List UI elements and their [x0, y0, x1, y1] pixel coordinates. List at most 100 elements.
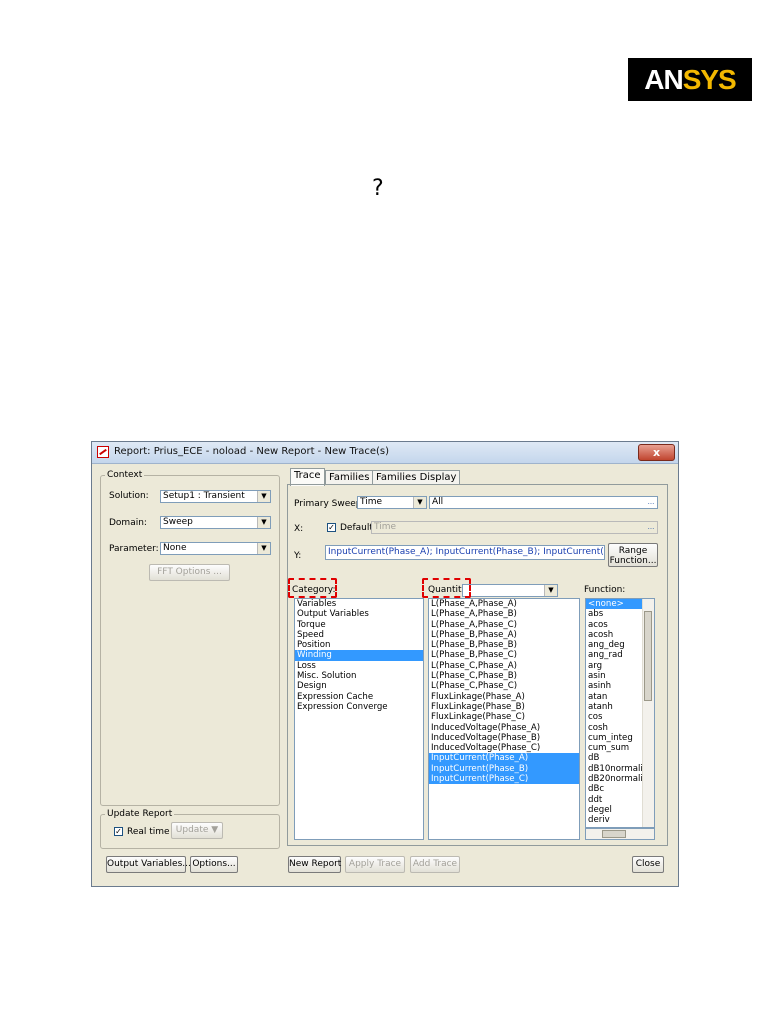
update-report-legend: Update Report — [107, 809, 173, 819]
function-item[interactable]: cum_sum — [586, 743, 642, 753]
quantity-item[interactable]: FluxLinkage(Phase_B) — [429, 702, 579, 712]
function-item[interactable]: cos — [586, 712, 642, 722]
category-item[interactable]: Position — [295, 640, 423, 650]
domain-select[interactable]: Sweep ▼ — [160, 516, 271, 529]
function-item[interactable]: acos — [586, 620, 642, 630]
parameter-label: Parameter: — [109, 544, 159, 554]
report-app-icon — [97, 446, 109, 458]
category-item[interactable]: Speed — [295, 630, 423, 640]
quantity-item[interactable]: L(Phase_C,Phase_A) — [429, 661, 579, 671]
parameter-select[interactable]: None ▼ — [160, 542, 271, 555]
function-item[interactable]: dB — [586, 753, 642, 763]
category-item[interactable]: Output Variables — [295, 609, 423, 619]
quantity-item[interactable]: FluxLinkage(Phase_C) — [429, 712, 579, 722]
fft-options-button[interactable]: FFT Options ... — [149, 564, 230, 581]
category-item[interactable]: Design — [295, 681, 423, 691]
quantity-item[interactable]: L(Phase_A,Phase_A) — [429, 599, 579, 609]
range-function-line2: Function... — [609, 556, 657, 566]
quantity-item[interactable]: InputCurrent(Phase_A) — [429, 753, 579, 764]
chevron-down-icon: ▼ — [257, 543, 270, 554]
quantity-item[interactable]: InputCurrent(Phase_C) — [429, 774, 579, 785]
domain-label: Domain: — [109, 518, 147, 528]
ellipsis-icon[interactable]: ... — [646, 523, 656, 532]
scroll-thumb[interactable] — [644, 611, 652, 701]
y-label: Y: — [294, 551, 302, 561]
options-button[interactable]: Options... — [190, 856, 238, 873]
function-item[interactable]: deriv — [586, 815, 642, 825]
quantity-item[interactable]: InputCurrent(Phase_B) — [429, 763, 579, 775]
update-button[interactable]: Update ▼ — [171, 822, 223, 839]
function-item[interactable]: dBc — [586, 784, 642, 794]
quantity-listbox[interactable]: L(Phase_A,Phase_A) L(Phase_A,Phase_B) L(Ph… — [428, 598, 580, 840]
function-item[interactable]: cosh — [586, 723, 642, 733]
quantity-item[interactable]: L(Phase_A,Phase_C) — [429, 620, 579, 630]
function-item[interactable]: ang_deg — [586, 640, 642, 650]
quantity-item[interactable]: FluxLinkage(Phase_A) — [429, 692, 579, 702]
quantity-item[interactable]: InducedVoltage(Phase_C) — [429, 743, 579, 753]
category-item[interactable]: Expression Converge — [295, 702, 423, 712]
solution-select[interactable]: Setup1 : Transient ▼ — [160, 490, 271, 503]
function-item[interactable]: ddt — [586, 795, 642, 805]
new-report-button[interactable]: New Report — [288, 856, 341, 873]
function-item[interactable]: asinh — [586, 681, 642, 691]
tab-families[interactable]: Families — [325, 470, 374, 485]
function-hscrollbar[interactable] — [585, 828, 655, 840]
function-item[interactable]: cum_integ — [586, 733, 642, 743]
function-scrollbar[interactable] — [642, 599, 654, 827]
hscroll-thumb[interactable] — [602, 830, 626, 838]
add-trace-button[interactable]: Add Trace — [410, 856, 460, 873]
quantity-item[interactable]: L(Phase_A,Phase_B) — [429, 609, 579, 619]
category-item[interactable]: Loss — [295, 661, 423, 671]
function-item[interactable]: abs — [586, 609, 642, 619]
sweep-range-field[interactable]: All ... — [429, 496, 658, 509]
function-item[interactable]: atan — [586, 692, 642, 702]
function-listbox[interactable]: <none> abs acos acosh ang_deg ang_rad arg asin a… — [585, 598, 655, 828]
quantity-item[interactable]: L(Phase_B,Phase_C) — [429, 650, 579, 660]
title-bar[interactable]: Report: Prius_ECE - noload - New Report … — [92, 442, 678, 464]
report-dialog: Report: Prius_ECE - noload - New Report … — [91, 441, 679, 887]
category-listbox[interactable]: Variables Output Variables Torque Speed Posi… — [294, 598, 424, 840]
function-item[interactable]: atanh — [586, 702, 642, 712]
quantity-item[interactable]: InducedVoltage(Phase_B) — [429, 733, 579, 743]
x-label: X: — [294, 524, 304, 534]
function-item[interactable]: asin — [586, 671, 642, 681]
ellipsis-icon[interactable]: ... — [646, 498, 656, 507]
category-item[interactable]: Torque — [295, 620, 423, 630]
chevron-down-icon: ▼ — [257, 517, 270, 528]
quantity-item[interactable]: L(Phase_B,Phase_A) — [429, 630, 579, 640]
primary-sweep-select[interactable]: Time ▼ — [357, 496, 427, 509]
window-close-button[interactable]: x — [638, 444, 675, 461]
quantity-item[interactable]: InducedVoltage(Phase_A) — [429, 723, 579, 733]
default-checkbox[interactable]: ✓ — [327, 523, 336, 532]
quantity-item[interactable]: L(Phase_C,Phase_B) — [429, 671, 579, 681]
function-item[interactable]: arg — [586, 661, 642, 671]
category-item[interactable]: Misc. Solution — [295, 671, 423, 681]
function-item[interactable]: ang_rad — [586, 650, 642, 660]
chevron-down-icon: ▼ — [413, 497, 426, 508]
x-value: Time — [374, 522, 397, 532]
category-item[interactable]: Expression Cache — [295, 692, 423, 702]
realtime-checkbox[interactable]: ✓ — [114, 827, 123, 836]
function-item[interactable]: <none> — [586, 599, 642, 610]
range-function-button[interactable]: Range Function... — [608, 543, 658, 567]
quantity-filter-select[interactable]: ▼ — [462, 584, 558, 597]
domain-value: Sweep — [163, 517, 193, 527]
function-item[interactable]: degel — [586, 805, 642, 815]
x-field[interactable]: Time ... — [371, 521, 658, 534]
y-expression-field[interactable]: InputCurrent(Phase_A); InputCurrent(Phas… — [325, 545, 605, 560]
function-item[interactable]: acosh — [586, 630, 642, 640]
solution-value: Setup1 : Transient — [163, 491, 245, 501]
category-item[interactable]: Winding — [295, 650, 423, 661]
close-button[interactable]: Close — [632, 856, 664, 873]
function-item[interactable]: dB20normalize — [586, 774, 653, 784]
output-variables-button[interactable]: Output Variables... — [106, 856, 191, 873]
solution-label: Solution: — [109, 491, 149, 501]
realtime-label: Real time — [127, 827, 170, 837]
quantity-item[interactable]: L(Phase_C,Phase_C) — [429, 681, 579, 691]
apply-trace-button[interactable]: Apply Trace — [345, 856, 405, 873]
update-button-label: Update — [175, 825, 209, 835]
quantity-item[interactable]: L(Phase_B,Phase_B) — [429, 640, 579, 650]
tab-families-display[interactable]: Families Display — [372, 470, 461, 485]
category-item[interactable]: Variables — [295, 599, 423, 609]
function-item[interactable]: dB10normalize — [586, 764, 653, 774]
